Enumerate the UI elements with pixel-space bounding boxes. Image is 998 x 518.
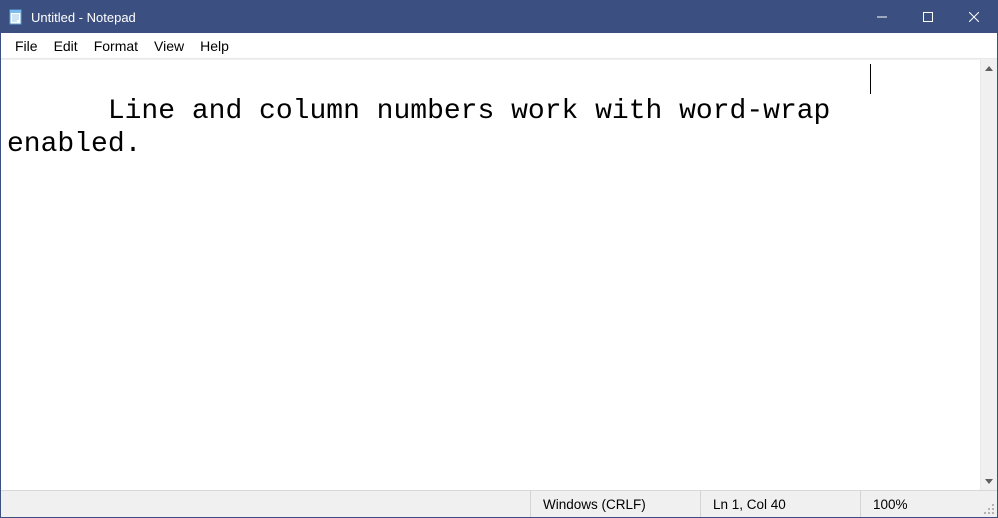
menu-format[interactable]: Format — [86, 36, 146, 56]
status-cursor-position-text: Ln 1, Col 40 — [713, 497, 786, 512]
text-caret — [870, 64, 871, 94]
scroll-down-icon[interactable] — [981, 473, 998, 490]
status-line-ending: Windows (CRLF) — [530, 491, 700, 517]
titlebar[interactable]: Untitled - Notepad — [1, 1, 997, 33]
menu-view[interactable]: View — [146, 36, 192, 56]
editor-area: Line and column numbers work with word-w… — [1, 59, 997, 490]
menu-edit[interactable]: Edit — [46, 36, 86, 56]
editor-text: Line and column numbers work with word-w… — [7, 96, 847, 160]
status-zoom: 100% — [860, 491, 980, 517]
status-cursor-position: Ln 1, Col 40 — [700, 491, 860, 517]
text-editor[interactable]: Line and column numbers work with word-w… — [1, 60, 980, 490]
menu-file[interactable]: File — [7, 36, 46, 56]
notepad-icon — [7, 8, 25, 26]
menubar: File Edit Format View Help — [1, 33, 997, 59]
resize-grip[interactable] — [980, 491, 997, 517]
menu-help[interactable]: Help — [192, 36, 237, 56]
window-title: Untitled - Notepad — [31, 10, 859, 25]
status-zoom-text: 100% — [873, 497, 908, 512]
app-window: Untitled - Notepad File Edit Format View… — [0, 0, 998, 518]
status-line-ending-text: Windows (CRLF) — [543, 497, 646, 512]
statusbar: Windows (CRLF) Ln 1, Col 40 100% — [1, 490, 997, 517]
window-controls — [859, 1, 997, 33]
maximize-button[interactable] — [905, 1, 951, 33]
status-spacer — [1, 491, 530, 517]
close-button[interactable] — [951, 1, 997, 33]
scroll-up-icon[interactable] — [981, 60, 998, 77]
minimize-button[interactable] — [859, 1, 905, 33]
vertical-scrollbar[interactable] — [980, 60, 997, 490]
